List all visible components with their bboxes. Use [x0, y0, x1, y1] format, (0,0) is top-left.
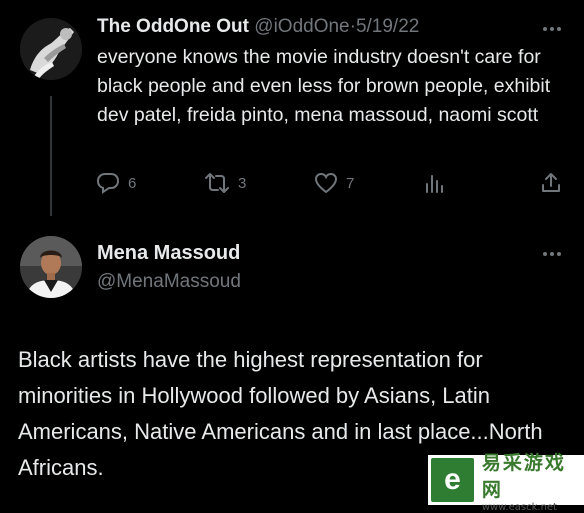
display-name[interactable]: The OddOne Out — [97, 16, 249, 37]
site-logo-icon: e — [431, 458, 474, 502]
analytics-icon — [426, 175, 443, 193]
retweet-count: 3 — [238, 174, 247, 192]
watermark-site-name: 易采游戏网 — [481, 451, 566, 501]
site-logo-letter: e — [444, 463, 461, 496]
user-handle[interactable]: @iOddOne — [254, 16, 349, 37]
thread-connector-line — [50, 96, 52, 216]
views-button[interactable] — [424, 172, 446, 199]
more-options-icon[interactable] — [543, 252, 561, 256]
avatar[interactable] — [20, 236, 82, 298]
like-button[interactable]: 7 — [314, 172, 354, 194]
avatar[interactable] — [20, 18, 82, 80]
site-watermark: e 易采游戏网 www.easck.net — [428, 452, 584, 513]
like-count: 7 — [346, 174, 355, 192]
user-handle[interactable]: @MenaMassoud — [97, 271, 241, 293]
avatar-image — [20, 236, 82, 298]
tweet-date[interactable]: 5/19/22 — [356, 16, 419, 37]
share-icon — [542, 173, 560, 192]
reply-icon — [96, 173, 120, 194]
watermark-url: www.easck.net — [481, 501, 557, 513]
more-options-icon[interactable] — [543, 27, 561, 31]
reply-button[interactable]: 6 — [96, 172, 136, 194]
reply-count: 6 — [128, 174, 137, 192]
avatar-image — [20, 18, 82, 80]
reply-tweet-header: The OddOne Out @iOddOne·5/19/22 — [97, 16, 419, 38]
share-button[interactable] — [540, 172, 562, 199]
heart-icon — [314, 172, 338, 194]
display-name[interactable]: Mena Massoud — [97, 242, 240, 265]
retweet-icon — [205, 173, 229, 193]
reply-tweet-text: everyone knows the movie industry doesn'… — [97, 46, 551, 126]
retweet-button[interactable]: 3 — [204, 172, 246, 194]
